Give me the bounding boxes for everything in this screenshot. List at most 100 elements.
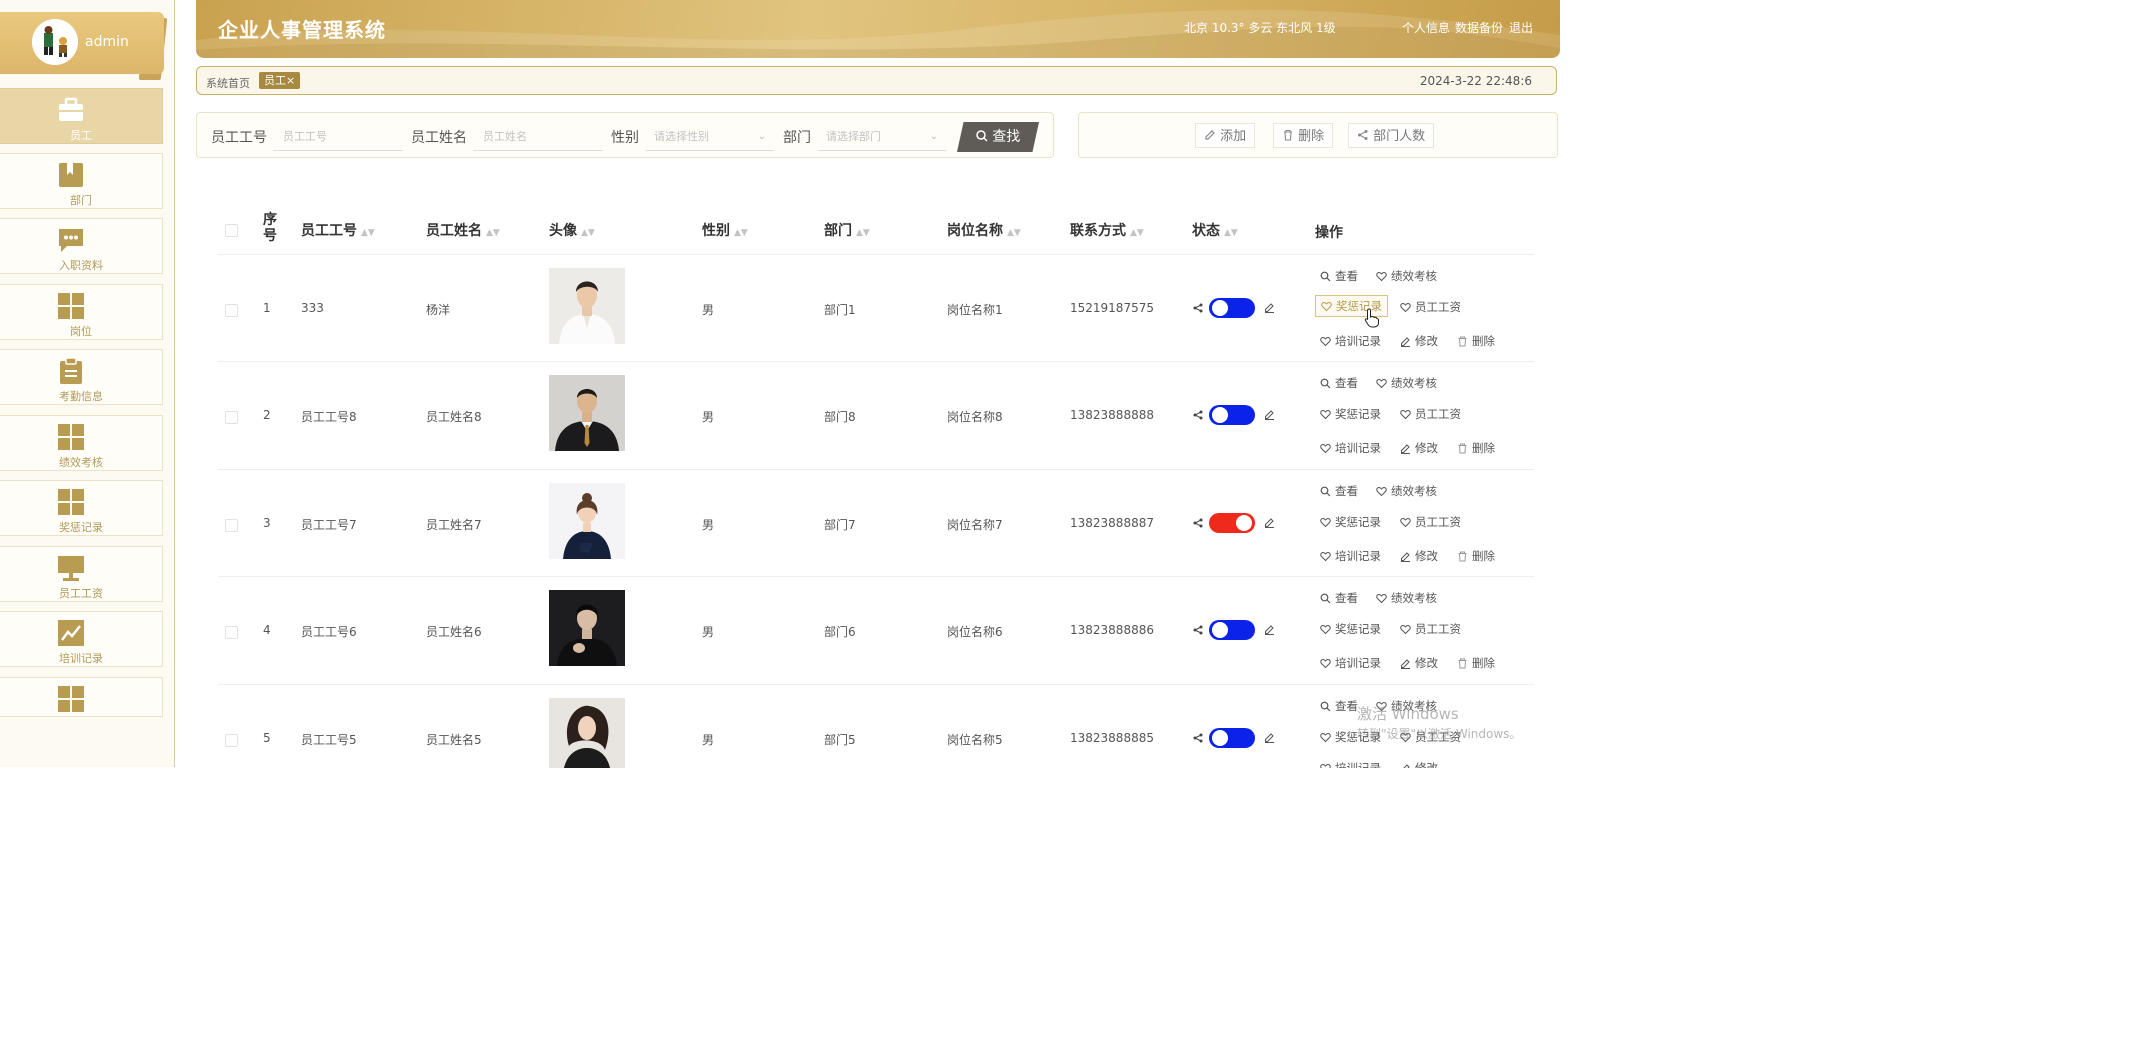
col-header-emp-name[interactable]: 员工姓名 ▲▼: [426, 220, 500, 240]
col-header-gender[interactable]: 性别 ▲▼: [702, 220, 748, 240]
user-box[interactable]: admin: [0, 12, 164, 74]
dept-count-button[interactable]: 部门人数: [1348, 123, 1435, 148]
status-toggle[interactable]: [1209, 728, 1255, 748]
emp-no-input[interactable]: [273, 123, 403, 151]
edit-icon[interactable]: [1264, 732, 1275, 743]
edit-icon[interactable]: [1264, 409, 1275, 420]
edit-icon[interactable]: [1264, 517, 1275, 528]
training-button[interactable]: 培训记录: [1320, 548, 1381, 564]
employee-photo[interactable]: [549, 590, 625, 666]
sort-icon[interactable]: ▲▼: [361, 228, 375, 238]
sort-icon[interactable]: ▲▼: [1130, 228, 1144, 238]
col-header-avatar[interactable]: 头像 ▲▼: [549, 220, 595, 240]
delete-row-button[interactable]: 删除: [1457, 333, 1495, 349]
row-checkbox[interactable]: [225, 304, 238, 317]
sort-icon[interactable]: ▲▼: [1224, 228, 1238, 238]
employee-photo[interactable]: [549, 268, 625, 344]
salary-button[interactable]: 员工工资: [1400, 621, 1461, 637]
emp-name-input[interactable]: [473, 123, 603, 151]
sort-icon[interactable]: ▲▼: [734, 228, 748, 238]
view-button[interactable]: 查看: [1320, 698, 1358, 714]
edit-button[interactable]: 修改: [1400, 655, 1438, 671]
salary-button[interactable]: 员工工资: [1400, 514, 1461, 530]
reward-button[interactable]: 奖惩记录: [1320, 514, 1381, 530]
sidebar-item-training[interactable]: 培训记录: [0, 611, 163, 667]
row-checkbox[interactable]: [225, 411, 238, 424]
reward-button[interactable]: 奖惩记录: [1320, 406, 1381, 422]
add-button[interactable]: 添加: [1195, 123, 1256, 148]
logout-link[interactable]: 退出: [1509, 19, 1533, 36]
row-checkbox[interactable]: [225, 626, 238, 639]
profile-link[interactable]: 个人信息: [1402, 19, 1450, 36]
edit-button[interactable]: 修改: [1400, 440, 1438, 456]
share-icon[interactable]: [1193, 733, 1203, 743]
view-button[interactable]: 查看: [1320, 483, 1358, 499]
breadcrumb-home[interactable]: 系统首页: [206, 75, 250, 91]
share-icon[interactable]: [1193, 303, 1203, 313]
sidebar-item-department[interactable]: 部门: [0, 153, 163, 209]
delete-button[interactable]: 删除: [1273, 123, 1334, 148]
employee-photo[interactable]: [549, 698, 625, 768]
sidebar-item-employee[interactable]: 员工: [0, 88, 163, 144]
cell-emp-no: 333: [301, 301, 324, 315]
sidebar-item-reward[interactable]: 奖惩记录: [0, 480, 163, 536]
edit-icon[interactable]: [1264, 624, 1275, 635]
edit-button[interactable]: 修改: [1400, 548, 1438, 564]
sidebar-item-performance[interactable]: 绩效考核: [0, 415, 163, 471]
status-toggle[interactable]: [1209, 405, 1255, 425]
employee-photo[interactable]: [549, 375, 625, 451]
salary-button[interactable]: 员工工资: [1400, 406, 1461, 422]
view-button[interactable]: 查看: [1320, 268, 1358, 284]
col-header-emp-no[interactable]: 员工工号 ▲▼: [301, 220, 375, 240]
breadcrumb-tab-employee[interactable]: 员工×: [259, 72, 301, 89]
gender-select[interactable]: 请选择性别 ⌄: [646, 123, 774, 151]
training-button[interactable]: 培训记录: [1320, 333, 1381, 349]
row-checkbox[interactable]: [225, 519, 238, 532]
col-header-status[interactable]: 状态 ▲▼: [1192, 220, 1238, 240]
share-icon[interactable]: [1193, 625, 1203, 635]
sidebar-item-more[interactable]: [0, 677, 163, 717]
sidebar-item-onboarding[interactable]: 入职资料: [0, 218, 163, 274]
status-toggle[interactable]: [1209, 513, 1255, 533]
status-toggle[interactable]: [1209, 298, 1255, 318]
select-all-checkbox[interactable]: [225, 224, 238, 237]
status-toggle[interactable]: [1209, 620, 1255, 640]
col-header-dept[interactable]: 部门 ▲▼: [824, 220, 870, 240]
search-button[interactable]: 查找: [957, 122, 1039, 152]
sidebar-item-salary[interactable]: 员工工资: [0, 546, 163, 602]
sidebar-item-post[interactable]: 岗位: [0, 284, 163, 340]
salary-button[interactable]: 员工工资: [1400, 299, 1461, 315]
edit-label: 修改: [1415, 761, 1438, 768]
performance-button[interactable]: 绩效考核: [1376, 590, 1437, 606]
view-button[interactable]: 查看: [1320, 590, 1358, 606]
performance-button[interactable]: 绩效考核: [1376, 375, 1437, 391]
view-button[interactable]: 查看: [1320, 375, 1358, 391]
edit-button[interactable]: 修改: [1400, 760, 1438, 768]
avatar[interactable]: [32, 19, 78, 65]
performance-button[interactable]: 绩效考核: [1376, 483, 1437, 499]
training-button[interactable]: 培训记录: [1320, 760, 1381, 768]
share-icon[interactable]: [1193, 518, 1203, 528]
edit-button[interactable]: 修改: [1400, 333, 1438, 349]
share-icon[interactable]: [1193, 410, 1203, 420]
backup-link[interactable]: 数据备份: [1455, 19, 1503, 36]
training-button[interactable]: 培训记录: [1320, 655, 1381, 671]
col-header-post[interactable]: 岗位名称 ▲▼: [947, 220, 1021, 240]
sort-icon[interactable]: ▲▼: [486, 228, 500, 238]
row-checkbox[interactable]: [225, 734, 238, 747]
edit-icon[interactable]: [1264, 302, 1275, 313]
employee-photo[interactable]: [549, 483, 625, 559]
reward-button[interactable]: 奖惩记录: [1320, 621, 1381, 637]
training-button[interactable]: 培训记录: [1320, 440, 1381, 456]
sort-icon[interactable]: ▲▼: [856, 228, 870, 238]
delete-row-button[interactable]: 删除: [1457, 440, 1495, 456]
delete-row-button[interactable]: 删除: [1457, 655, 1495, 671]
sidebar-item-attendance[interactable]: 考勤信息: [0, 349, 163, 405]
performance-button[interactable]: 绩效考核: [1376, 268, 1437, 284]
dept-select[interactable]: 请选择部门 ⌄: [818, 123, 946, 151]
col-header-phone[interactable]: 联系方式 ▲▼: [1070, 220, 1144, 240]
sort-icon[interactable]: ▲▼: [581, 228, 595, 238]
sort-icon[interactable]: ▲▼: [1007, 228, 1021, 238]
delete-row-button[interactable]: 删除: [1457, 548, 1495, 564]
heart-icon: [1376, 593, 1387, 604]
